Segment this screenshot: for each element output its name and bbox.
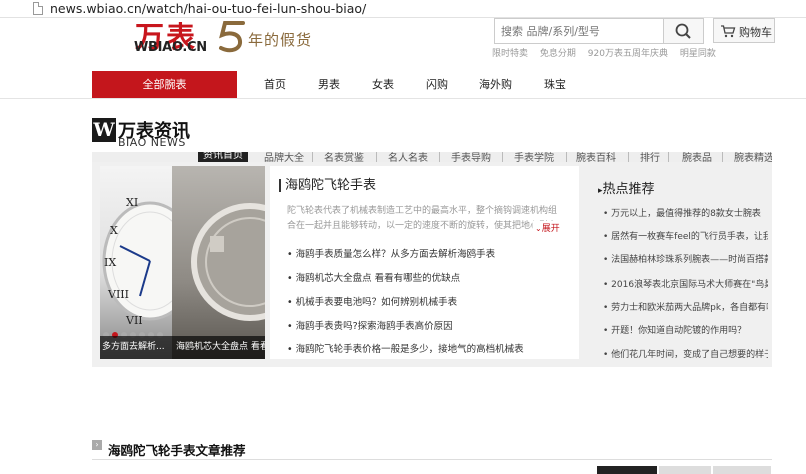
- hot-item-text: 2016浪琴表北京国际马术大师赛在"鸟巢...: [611, 280, 768, 290]
- hot-item-text: 开题！你知道自动陀镀的作用吗？: [611, 326, 747, 336]
- slide-caption[interactable]: 多方面去解析...: [100, 336, 172, 359]
- hot-item-text: 他们花几年时间，变成了自己想要的样子...: [611, 350, 768, 360]
- hot-item[interactable]: • 万元以上，最值得推荐的8款女士腕表: [603, 206, 768, 219]
- hot-item-text: 劳力士和欧米茄两大品牌pk，各自都有哪...: [611, 303, 768, 313]
- slide-image-movement[interactable]: [172, 166, 265, 359]
- recommend-section-title: 海鸥陀飞轮手表文章推荐: [108, 443, 246, 458]
- tab-separator: [628, 152, 629, 162]
- hot-item[interactable]: • 劳力士和欧米茄两大品牌pk，各自都有哪...: [603, 300, 768, 313]
- news-tab-strip: 资讯首页 品牌大全 名表赏鉴 名人名表 手表导购 手表学院 腕表百科 排行 腕表…: [92, 152, 772, 162]
- tab-separator: [376, 152, 377, 162]
- hot-title: ▸热点推荐: [598, 182, 655, 197]
- tab-academy[interactable]: 手表学院: [514, 152, 554, 162]
- expand-label: 展开: [541, 224, 560, 234]
- hot-item[interactable]: • 法国赫柏林珍珠系列腕表——时尚百搭款...: [603, 252, 768, 265]
- nav-item-jewelry[interactable]: 珠宝: [544, 76, 566, 92]
- article-summary: 陀飞轮表代表了机械表制造工艺中的最高水平，整个摘钩调速机构组合在一起并且能够转动…: [287, 206, 558, 231]
- news-logo-mark[interactable]: W: [92, 118, 116, 142]
- hot-link[interactable]: 明星同款: [680, 49, 716, 59]
- nav-item-flash-sale[interactable]: 闪购: [426, 76, 448, 92]
- url-text[interactable]: news.wbiao.cn/watch/hai-ou-tuo-fei-lun-s…: [50, 1, 366, 16]
- article-link[interactable]: • 海鸥手表质量怎么样？从多方面去解析海鸥手表: [287, 246, 495, 260]
- cart-button[interactable]: 购物车: [713, 18, 775, 43]
- svg-text:XI: XI: [126, 196, 138, 209]
- tab-news-home[interactable]: 资讯首页: [198, 152, 248, 162]
- hot-item[interactable]: • 开题！你知道自动陀镀的作用吗？: [603, 323, 768, 336]
- bottom-tab[interactable]: [659, 466, 711, 474]
- tab-brands[interactable]: 品牌大全: [264, 152, 304, 162]
- hot-item[interactable]: • 2016浪琴表北京国际马术大师赛在"鸟巢...: [603, 277, 768, 290]
- hot-item-text: 居然有一枚赛车feel的飞行员手表，让我...: [611, 232, 768, 242]
- hot-title-text: 热点推荐: [602, 182, 655, 197]
- nav-item-men[interactable]: 男表: [318, 76, 340, 92]
- tab-encyclopedia[interactable]: 腕表百科: [576, 152, 616, 162]
- news-section-subtitle: BIAO NEWS: [118, 136, 186, 149]
- tab-buying-guide[interactable]: 手表导购: [451, 152, 491, 162]
- bottom-tab[interactable]: [713, 466, 771, 474]
- hot-item-text: 万元以上，最值得推荐的8款女士腕表: [611, 209, 761, 219]
- search-button[interactable]: [663, 19, 703, 43]
- tab-selection[interactable]: 腕表精选: [734, 152, 772, 162]
- article-link-text: 海鸥手表质量怎么样？从多方面去解析海鸥手表: [295, 249, 496, 260]
- article-link-text: 海鸥手表贵吗?探索海鸥手表高价原因: [295, 321, 453, 332]
- anniversary-5-logo: [219, 21, 245, 53]
- featured-article: 海鸥陀飞轮手表 陀飞轮表代表了机械表制造工艺中的最高水平，整个摘钩调速机构组合在…: [270, 166, 579, 359]
- article-link-text: 海鸥机芯大全盘点 看看有哪些的优缺点: [295, 273, 461, 284]
- hot-item[interactable]: • 居然有一枚赛车feel的飞行员手表，让我...: [603, 229, 768, 242]
- nav-item-women[interactable]: 女表: [372, 76, 394, 92]
- nav-item-home[interactable]: 首页: [264, 76, 286, 92]
- tab-watch-products[interactable]: 腕表品: [682, 152, 712, 162]
- hot-item-text: 法国赫柏林珍珠系列腕表——时尚百搭款...: [611, 255, 768, 265]
- tab-separator: [668, 152, 669, 162]
- site-logo-en[interactable]: WBIAO.CN: [134, 40, 207, 55]
- tab-ranking[interactable]: 排行: [640, 152, 660, 162]
- section-divider: [92, 459, 772, 460]
- hot-link[interactable]: 限时特卖: [492, 49, 528, 59]
- section-marker-icon: ›: [92, 440, 102, 450]
- nav-item-overseas[interactable]: 海外购: [479, 76, 512, 92]
- article-title[interactable]: 海鸥陀飞轮手表: [279, 179, 376, 192]
- svg-text:X: X: [110, 224, 118, 237]
- nav-divider: [0, 98, 806, 99]
- hot-search-links: 限时特卖 免息分期 920万表五周年庆典 明星同款: [492, 46, 725, 59]
- svg-text:VIII: VIII: [107, 288, 129, 301]
- all-categories-button[interactable]: 全部腕表: [92, 71, 237, 99]
- tab-separator: [566, 152, 567, 162]
- tab-separator: [312, 152, 313, 162]
- slide-caption[interactable]: 海鸥机芯大全盘点 看看有: [172, 336, 265, 359]
- cart-icon: [721, 25, 736, 38]
- article-link-text: 机械手表要电池吗？如何辨别机械手表: [295, 297, 458, 308]
- article-link[interactable]: • 海鸥手表贵吗?探索海鸥手表高价原因: [287, 318, 453, 332]
- hot-link[interactable]: 免息分期: [540, 49, 576, 59]
- tab-separator: [502, 152, 503, 162]
- article-link[interactable]: • 海鸥陀飞轮手表价格一般是多少，接地气的高档机械表: [287, 341, 524, 355]
- image-slider[interactable]: X IX VIII VII XI 多方面去解析... 海鸥机芯大全盘点 看看有: [100, 166, 265, 359]
- hot-link[interactable]: 920万表五周年庆典: [588, 49, 668, 59]
- page-icon: [33, 2, 43, 15]
- hot-recommendations: ▸热点推荐 • 万元以上，最值得推荐的8款女士腕表 • 居然有一枚赛车feel的…: [593, 166, 772, 367]
- search-input[interactable]: [495, 19, 663, 43]
- cart-label: 购物车: [739, 26, 772, 39]
- address-bar[interactable]: news.wbiao.cn/watch/hai-ou-tuo-fei-lun-s…: [0, 0, 806, 18]
- expand-link[interactable]: ⌄展开: [533, 221, 560, 234]
- search-box: [494, 18, 704, 44]
- article-link[interactable]: • 机械手表要电池吗？如何辨别机械手表: [287, 294, 457, 308]
- article-link[interactable]: • 海鸥机芯大全盘点 看看有哪些的优缺点: [287, 270, 460, 284]
- svg-text:IX: IX: [104, 256, 116, 269]
- hot-item[interactable]: • 他们花几年时间，变成了自己想要的样子...: [603, 347, 768, 360]
- chevron-down-icon: ⌄: [535, 224, 542, 233]
- watch-movement-image: [191, 203, 265, 321]
- bottom-tabs: [597, 466, 772, 474]
- search-icon: [675, 23, 691, 39]
- tab-separator: [439, 152, 440, 162]
- tab-separator: [722, 152, 723, 162]
- tab-appreciation[interactable]: 名表赏鉴: [324, 152, 364, 162]
- anniversary-slogan: 年的假货: [248, 31, 313, 49]
- tab-celebrity[interactable]: 名人名表: [388, 152, 428, 162]
- bottom-tab-active[interactable]: [597, 466, 657, 474]
- article-link-text: 海鸥陀飞轮手表价格一般是多少，接地气的高档机械表: [295, 344, 524, 355]
